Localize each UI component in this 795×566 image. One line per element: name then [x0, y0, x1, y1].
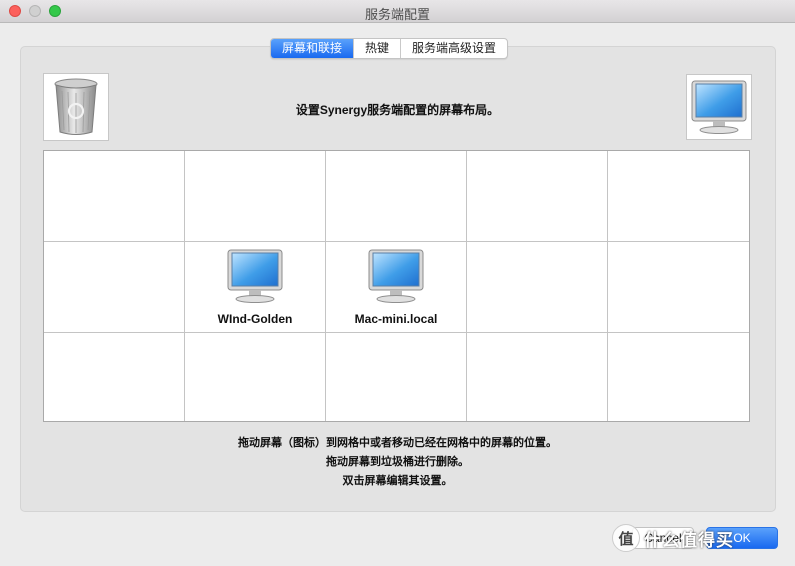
- layout-instruction: 设置Synergy服务端配置的屏幕布局。: [295, 103, 500, 117]
- grid-cell[interactable]: [185, 333, 326, 421]
- note-line: 双击屏幕编辑其设置。: [342, 475, 453, 487]
- note-line: 拖动屏幕（图标）到网格中或者移动已经在网格中的屏幕的位置。: [238, 437, 557, 449]
- ok-button[interactable]: OK: [706, 527, 778, 549]
- tab-bar: 屏幕和联接 热键 服务端高级设置: [270, 38, 509, 59]
- grid-cell[interactable]: [44, 151, 185, 242]
- usage-notes: 拖动屏幕（图标）到网格中或者移动已经在网格中的屏幕的位置。 拖动屏幕到垃圾桶进行…: [0, 434, 795, 491]
- window-title: 服务端配置: [364, 7, 430, 22]
- tab-screens-and-links[interactable]: 屏幕和联接: [271, 39, 354, 58]
- grid-cell-screen[interactable]: Mac-mini.local: [326, 242, 467, 333]
- screen-item[interactable]: WInd-Golden: [185, 248, 325, 326]
- grid-cell[interactable]: [608, 242, 749, 333]
- monitor-icon: [691, 80, 747, 134]
- screen-name-label: WInd-Golden: [217, 312, 293, 326]
- tab-advanced-server-settings[interactable]: 服务端高级设置: [400, 39, 507, 58]
- grid-cell[interactable]: [44, 242, 185, 333]
- grid-cell[interactable]: [608, 151, 749, 242]
- grid-cell[interactable]: [467, 242, 608, 333]
- grid-cell-screen[interactable]: WInd-Golden: [185, 242, 326, 333]
- monitor-icon: [227, 249, 283, 303]
- screen-name-label: Mac-mini.local: [354, 312, 438, 326]
- monitor-icon: [368, 249, 424, 303]
- new-screen-drag-source[interactable]: [686, 74, 752, 140]
- grid-cell[interactable]: [326, 333, 467, 421]
- note-line: 拖动屏幕到垃圾桶进行删除。: [326, 456, 469, 468]
- grid-cell[interactable]: [608, 333, 749, 421]
- grid-cell[interactable]: [467, 333, 608, 421]
- title-bar: 服务端配置: [0, 0, 795, 23]
- grid-cell[interactable]: [185, 151, 326, 242]
- tab-hotkeys[interactable]: 热键: [353, 39, 400, 58]
- screen-item[interactable]: Mac-mini.local: [326, 248, 466, 326]
- grid-cell[interactable]: [467, 151, 608, 242]
- grid-cell[interactable]: [326, 151, 467, 242]
- cancel-button[interactable]: Cancel: [632, 527, 694, 549]
- screen-layout-grid[interactable]: WInd-Golden Mac-mini.local: [43, 150, 750, 422]
- grid-cell[interactable]: [44, 333, 185, 421]
